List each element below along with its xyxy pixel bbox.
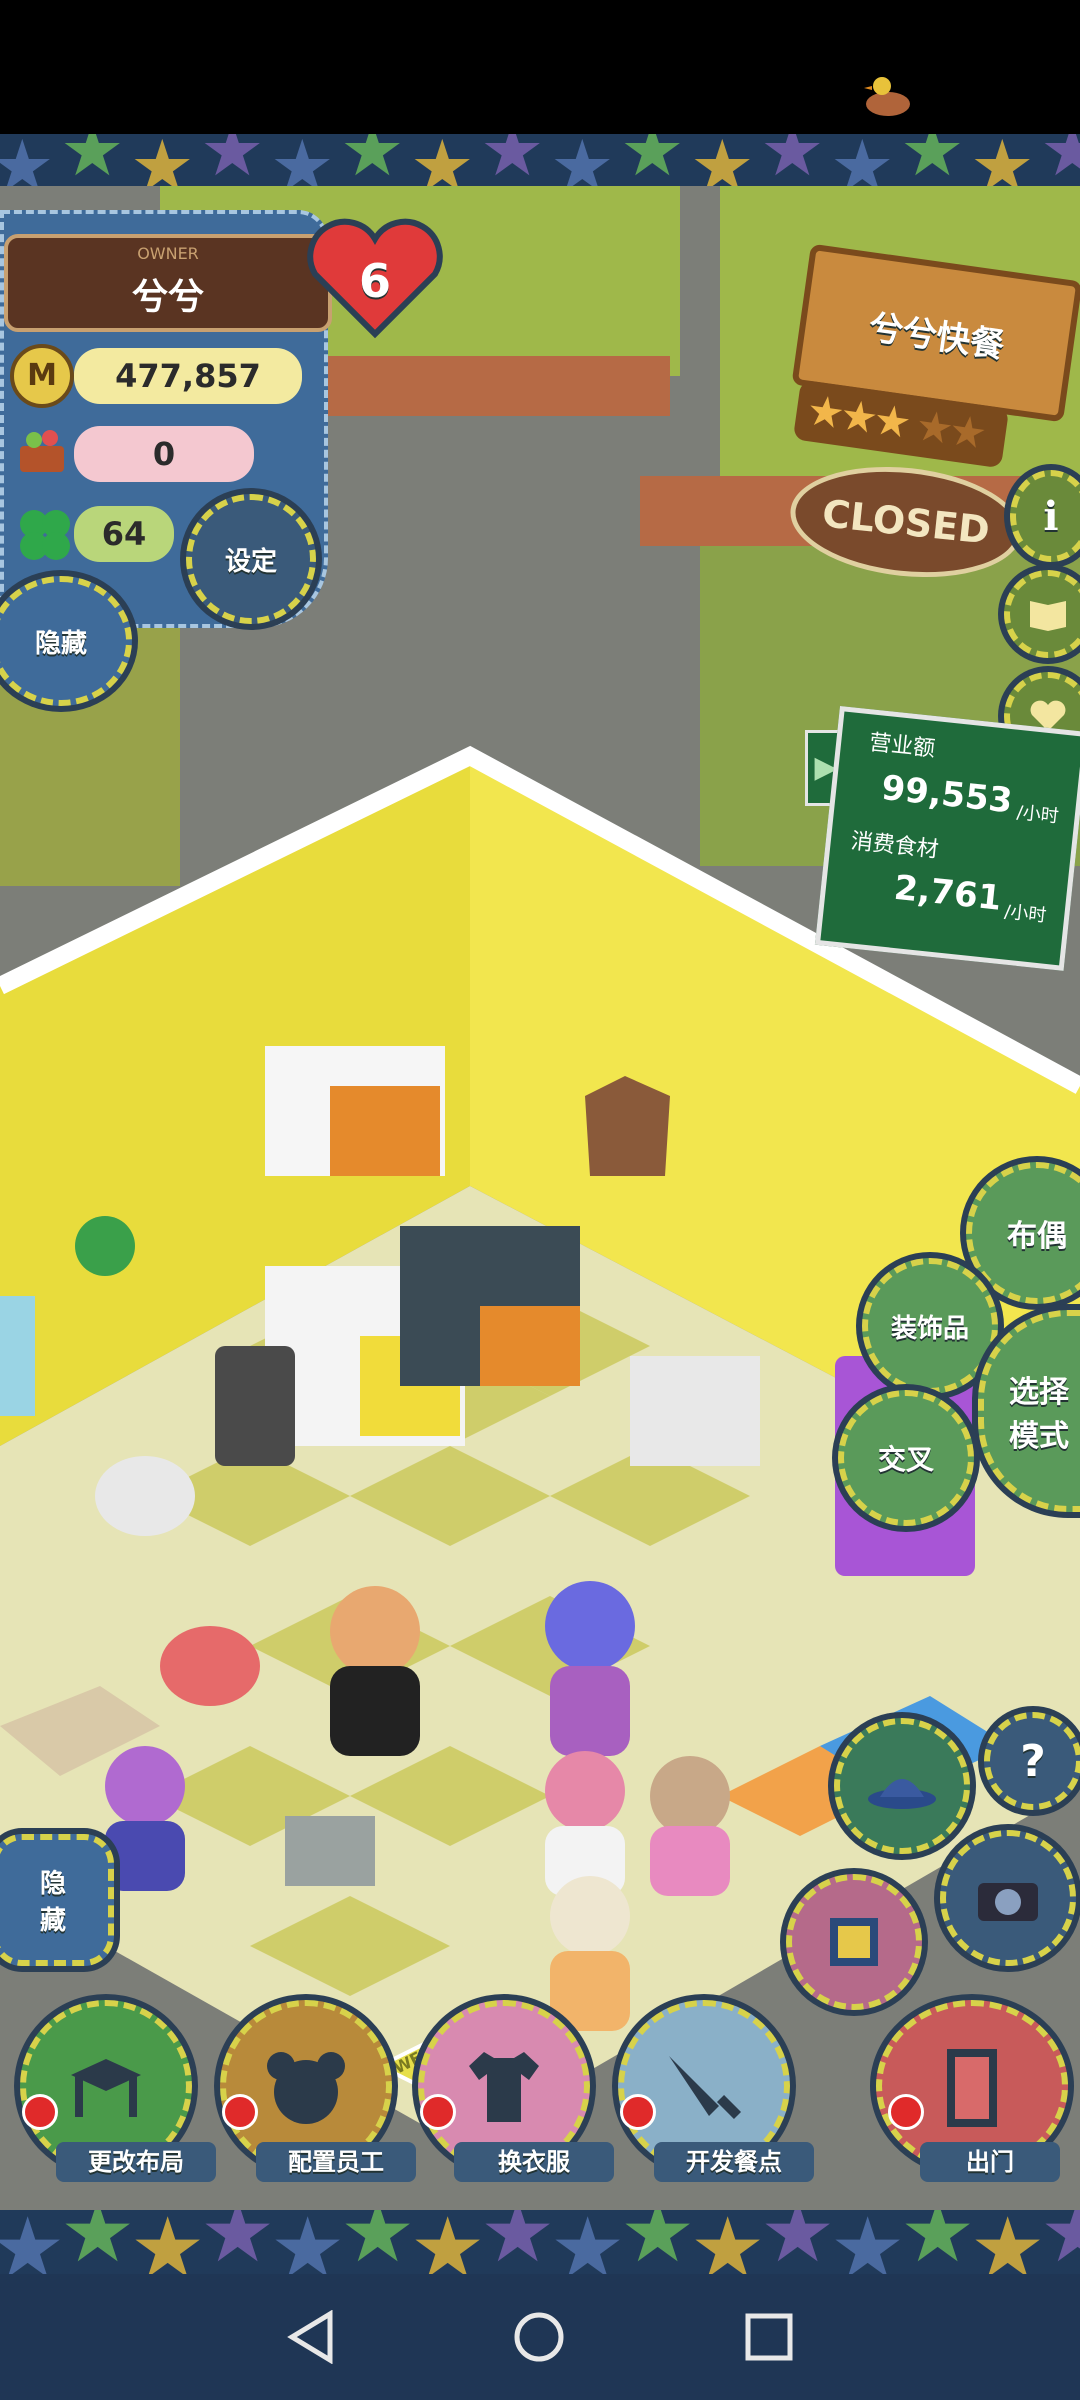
decor-star-icon: ★ xyxy=(1040,2210,1080,2274)
develop-dishes-label: 开发餐点 xyxy=(654,2142,814,2182)
decor-star-icon: ★ xyxy=(0,2210,66,2274)
decor-button[interactable]: 装饰品 xyxy=(862,1258,998,1394)
back-nav-icon[interactable] xyxy=(286,2310,336,2364)
camera-icon xyxy=(978,1883,1038,1921)
revenue-unit: /小时 xyxy=(1015,802,1060,828)
decor-star-icon: ★ xyxy=(690,2210,766,2274)
hat-icon xyxy=(868,1779,936,1809)
rating-stars-empty: ★★ xyxy=(912,400,987,459)
store-name: 兮兮快餐 xyxy=(866,307,1007,366)
decor-star-icon: ★ xyxy=(410,2210,486,2274)
knife-icon xyxy=(669,2056,742,2120)
decor-star-icon: ★ xyxy=(970,134,1035,186)
clover-value: 64 xyxy=(74,506,174,562)
pin-icon xyxy=(420,2094,456,2130)
decor-star-icon: ★ xyxy=(0,134,55,186)
shirt-icon xyxy=(469,2052,539,2122)
level-heart: 6 xyxy=(300,214,450,344)
decor-star-icon: ★ xyxy=(270,134,335,186)
book-icon xyxy=(1030,601,1066,631)
decor-star-icon: ★ xyxy=(900,2210,976,2274)
decor-star-icon: ★ xyxy=(620,134,685,186)
decor-star-icon: ★ xyxy=(830,2210,906,2274)
hide-bottom-label: 隐藏 xyxy=(39,1869,66,1936)
consume-value: 2,761 xyxy=(892,867,1004,919)
decor-star-icon: ★ xyxy=(130,134,195,186)
home-nav-icon[interactable] xyxy=(512,2310,566,2364)
clover-icon xyxy=(14,504,76,566)
camera-button[interactable] xyxy=(940,1830,1076,1966)
decor-star-icon: ★ xyxy=(830,134,895,186)
pin-icon xyxy=(620,2094,656,2130)
decor-star-icon: ★ xyxy=(340,2210,416,2274)
decor-star-icon: ★ xyxy=(270,2210,346,2274)
basket-icon xyxy=(14,422,70,478)
table-icon xyxy=(71,2059,141,2117)
decor-star-icon: ★ xyxy=(340,134,405,186)
money-value: 477,857 xyxy=(74,348,302,404)
decor-star-icon: ★ xyxy=(410,134,475,186)
top-star-border: ★ ★ ★ ★ ★ ★ ★ ★ ★ ★ ★ ★ ★ ★ ★ ★ xyxy=(0,134,1080,186)
owner-nameplate: OWNER 兮兮 xyxy=(4,234,332,332)
owner-caption: OWNER xyxy=(137,244,199,263)
coin-icon: M xyxy=(10,344,74,408)
revenue-value: 99,553 xyxy=(879,767,1015,822)
store-status: CLOSED xyxy=(820,491,992,553)
rating-stars-filled: ★★★ xyxy=(803,385,911,448)
revenue-board: 营业额 99,553 /小时 消费食材 2,761 /小时 xyxy=(814,706,1080,971)
decor-star-icon: ★ xyxy=(690,134,755,186)
decor-star-icon: ★ xyxy=(130,2210,206,2274)
pin-icon xyxy=(22,2094,58,2130)
settings-label: 设定 xyxy=(224,546,277,577)
bottom-menu: 更改布局 配置员工 换衣服 开发餐点 出门 xyxy=(0,1990,1080,2210)
change-clothes-label: 换衣服 xyxy=(454,2142,614,2182)
decor-label: 装饰品 xyxy=(890,1313,969,1344)
decor-star-icon: ★ xyxy=(60,134,125,186)
decor-star-icon: ★ xyxy=(550,2210,626,2274)
decor-star-icon: ★ xyxy=(550,134,615,186)
hat-button[interactable] xyxy=(834,1718,970,1854)
help-label: ? xyxy=(1020,1735,1046,1787)
help-button[interactable]: ? xyxy=(984,1712,1080,1810)
status-bar xyxy=(0,0,1080,134)
settings-button[interactable]: 设定 xyxy=(186,494,316,624)
hide-top-label: 隐藏 xyxy=(34,628,87,659)
decor-star-icon: ★ xyxy=(620,2210,696,2274)
change-layout-label: 更改布局 xyxy=(56,2142,216,2182)
consume-label: 消费食材 xyxy=(849,828,940,864)
picture-icon xyxy=(830,1918,878,1966)
info-icon: i xyxy=(1043,492,1059,540)
decor-star-icon: ★ xyxy=(760,2210,836,2274)
bottom-star-border: ★ ★ ★ ★ ★ ★ ★ ★ ★ ★ ★ ★ ★ ★ ★ ★ xyxy=(0,2210,1080,2274)
doll-label: 布偶 xyxy=(1007,1219,1067,1254)
bear-icon xyxy=(267,2052,345,2124)
level-value: 6 xyxy=(358,254,391,308)
staff-label: 配置员工 xyxy=(256,2142,416,2182)
navigation-bar xyxy=(0,2274,1080,2400)
consume-unit: /小时 xyxy=(1003,901,1048,927)
decor-star-icon: ★ xyxy=(200,2210,276,2274)
pin-icon xyxy=(888,2094,924,2130)
decor-star-icon: ★ xyxy=(760,134,825,186)
decor-star-icon: ★ xyxy=(900,134,965,186)
hide-bottom-button[interactable]: 隐藏 xyxy=(0,1834,114,1966)
revenue-label: 营业额 xyxy=(868,730,937,763)
owner-name: 兮兮 xyxy=(131,277,204,318)
decor-star-icon: ★ xyxy=(480,2210,556,2274)
ingredients-value: 0 xyxy=(74,426,254,482)
decor-star-icon: ★ xyxy=(1040,134,1080,186)
recents-nav-icon[interactable] xyxy=(744,2312,794,2362)
decor-star-icon: ★ xyxy=(60,2210,136,2274)
duck-status-icon xyxy=(864,77,910,116)
door-icon xyxy=(947,2049,997,2127)
decor-star-icon: ★ xyxy=(480,134,545,186)
pin-icon xyxy=(222,2094,258,2130)
cross-button[interactable]: 交叉 xyxy=(838,1390,974,1526)
go-out-label: 出门 xyxy=(920,2142,1060,2182)
decor-star-icon: ★ xyxy=(970,2210,1046,2274)
decor-star-icon: ★ xyxy=(200,134,265,186)
cross-label: 交叉 xyxy=(877,1443,934,1476)
select-mode-label: 选择模式 xyxy=(1009,1375,1069,1454)
